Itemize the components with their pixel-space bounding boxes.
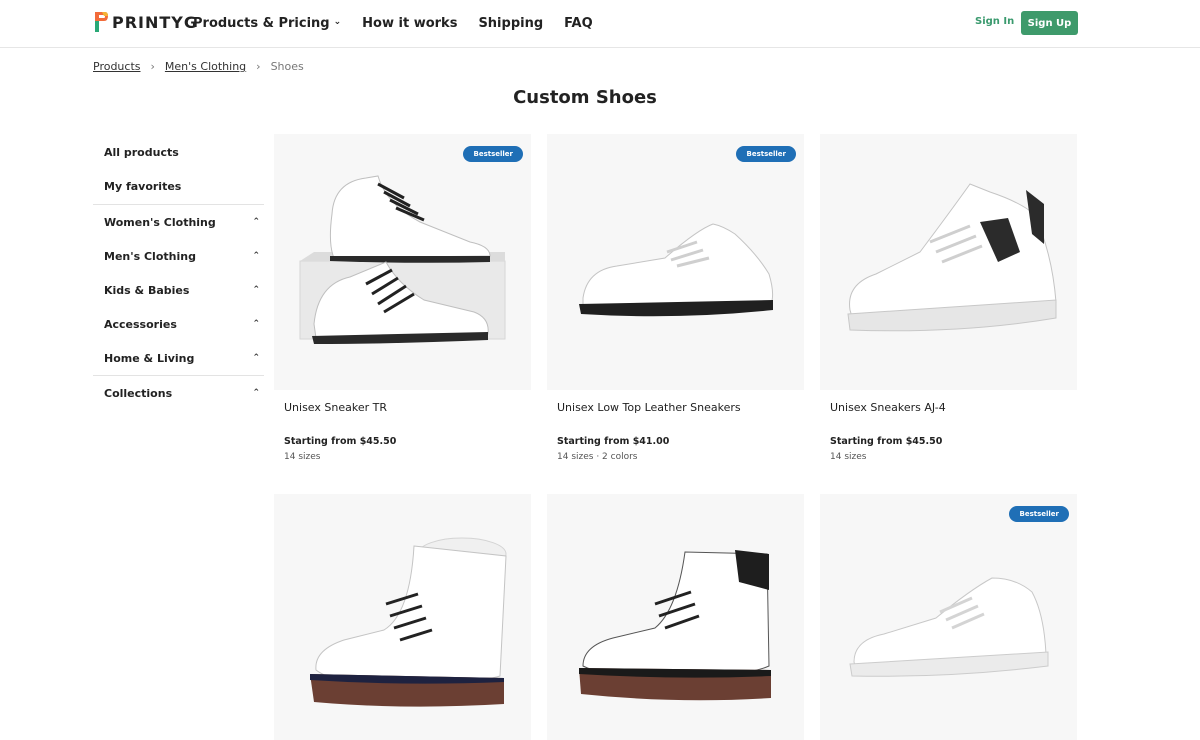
high-top-sneaker-with-box-icon [299,175,506,344]
product-card[interactable]: Bestseller [820,494,1077,740]
product-card[interactable]: Bestseller Unisex Sneaker TR Starting fr… [274,134,531,462]
chevron-up-icon: ⌃ [252,217,260,227]
product-price: Starting from $41.00 [557,436,670,447]
bestseller-badge: Bestseller [463,146,523,162]
logo-mark-icon [95,12,108,32]
sidebar-item-label: Women's Clothing [104,215,216,229]
leather-work-boot-icon [579,550,771,701]
chevron-up-icon: ⌃ [252,353,260,363]
sign-in-link[interactable]: Sign In [975,16,1014,27]
sidebar-item-kids-babies[interactable]: Kids & Babies ⌃ [93,273,264,307]
chevron-up-icon: ⌃ [252,388,260,398]
product-card[interactable] [274,494,531,740]
sign-up-button[interactable]: Sign Up [1021,11,1078,35]
product-image [820,134,1077,390]
sidebar-item-womens-clothing[interactable]: Women's Clothing ⌃ [93,205,264,239]
product-name: Unisex Sneaker TR [284,401,387,414]
sidebar-item-label: Home & Living [104,351,195,365]
product-card[interactable]: Bestseller Unisex Low Top Leather Sneake… [547,134,804,462]
sidebar-item-collections[interactable]: Collections ⌃ [93,376,264,410]
product-card[interactable]: Unisex Sneakers AJ-4 Starting from $45.5… [820,134,1077,462]
sidebar-item-label: Kids & Babies [104,283,190,297]
aj4-sneaker-icon [847,183,1057,332]
chevron-down-icon: ⌄ [333,17,342,27]
low-top-sneaker-icon [579,223,774,317]
product-price: Starting from $45.50 [284,436,397,447]
chevron-right-icon: › [256,60,261,73]
nav-shipping[interactable]: Shipping [478,16,543,31]
breadcrumb-mens-clothing[interactable]: Men's Clothing [165,60,246,73]
sidebar-item-label: Accessories [104,317,177,331]
nav-label: Shipping [478,15,544,31]
nav-how-it-works[interactable]: How it works [362,16,457,31]
product-image [547,494,804,740]
product-price: Starting from $45.50 [830,436,943,447]
product-image [274,494,531,740]
product-image: Bestseller [274,134,531,390]
chevron-up-icon: ⌃ [252,285,260,295]
fur-lined-boot-icon [310,537,507,707]
sidebar-item-my-favorites[interactable]: My favorites [93,169,264,203]
product-name: Unisex Low Top Leather Sneakers [557,401,741,414]
chevron-up-icon: ⌃ [252,251,260,261]
category-sidebar: All products My favorites Women's Clothi… [93,135,264,410]
nav-faq[interactable]: FAQ [564,16,593,31]
nav-label: How it works [362,15,458,31]
nav-products-pricing[interactable]: Products & Pricing ⌄ [193,16,341,31]
sidebar-item-home-living[interactable]: Home & Living ⌃ [93,341,264,375]
logo-text: PRINTYG [112,12,199,32]
bestseller-badge: Bestseller [736,146,796,162]
top-header: PRINTYG Products & Pricing ⌄ How it work… [0,0,1200,48]
sidebar-item-all-products[interactable]: All products [93,135,264,169]
product-name: Unisex Sneakers AJ-4 [830,401,946,414]
sidebar-item-accessories[interactable]: Accessories ⌃ [93,307,264,341]
product-meta: 14 sizes [284,452,321,462]
af1-sneaker-icon [849,577,1049,677]
product-meta: 14 sizes [830,452,867,462]
printyg-logo[interactable]: PRINTYG [93,10,198,34]
sidebar-item-mens-clothing[interactable]: Men's Clothing ⌃ [93,239,264,273]
nav-label: FAQ [564,15,593,31]
nav-label: Products & Pricing [193,15,330,31]
chevron-up-icon: ⌃ [252,319,260,329]
sidebar-item-label: Collections [104,386,173,400]
bestseller-badge: Bestseller [1009,506,1069,522]
product-image: Bestseller [820,494,1077,740]
sidebar-item-label: Men's Clothing [104,249,196,263]
product-card[interactable] [547,494,804,740]
product-meta: 14 sizes · 2 colors [557,452,638,462]
product-image: Bestseller [547,134,804,390]
page-title: Custom Shoes [513,87,657,108]
breadcrumb-current: Shoes [270,60,304,73]
breadcrumb: Products › Men's Clothing › Shoes [93,60,304,73]
chevron-right-icon: › [150,60,155,73]
breadcrumb-products[interactable]: Products [93,60,141,73]
main-nav: Products & Pricing ⌄ How it works Shippi… [193,0,614,46]
